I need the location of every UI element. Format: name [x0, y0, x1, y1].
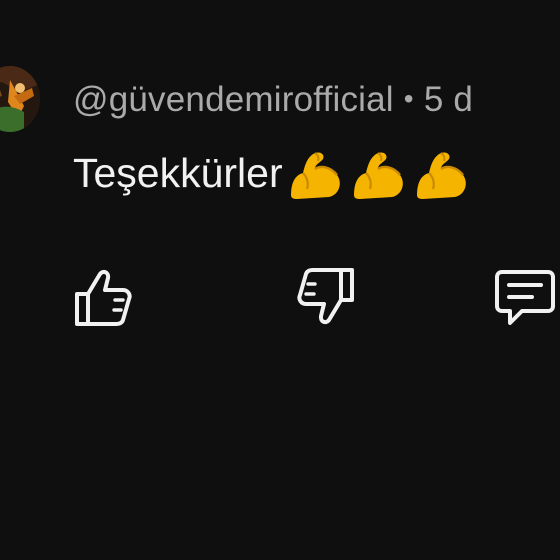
reply-comment-icon — [495, 270, 555, 325]
flexed-biceps-icon — [411, 143, 471, 203]
thumbs-down-icon — [297, 268, 354, 325]
thumbs-up-icon — [75, 269, 132, 326]
dislike-button[interactable] — [292, 262, 362, 332]
avatar-image — [0, 66, 40, 132]
comment-meta: @güvendemirofficial • 5 d — [73, 76, 473, 124]
avatar[interactable] — [0, 66, 40, 132]
like-button[interactable] — [67, 262, 137, 332]
flexed-biceps-icon — [348, 143, 408, 203]
reply-button[interactable] — [490, 262, 560, 332]
comment-screen: @güvendemirofficial • 5 d Teşekkürler — [0, 0, 560, 560]
comment-time: 5 d — [423, 80, 474, 119]
comment-author[interactable]: @güvendemirofficial — [73, 80, 394, 120]
comment-emoji-row — [285, 143, 474, 203]
meta-separator: • — [403, 83, 414, 114]
comment-text: Teşekkürler — [73, 149, 283, 196]
flexed-biceps-icon — [285, 143, 345, 203]
comment-body: Teşekkürler — [73, 143, 474, 203]
